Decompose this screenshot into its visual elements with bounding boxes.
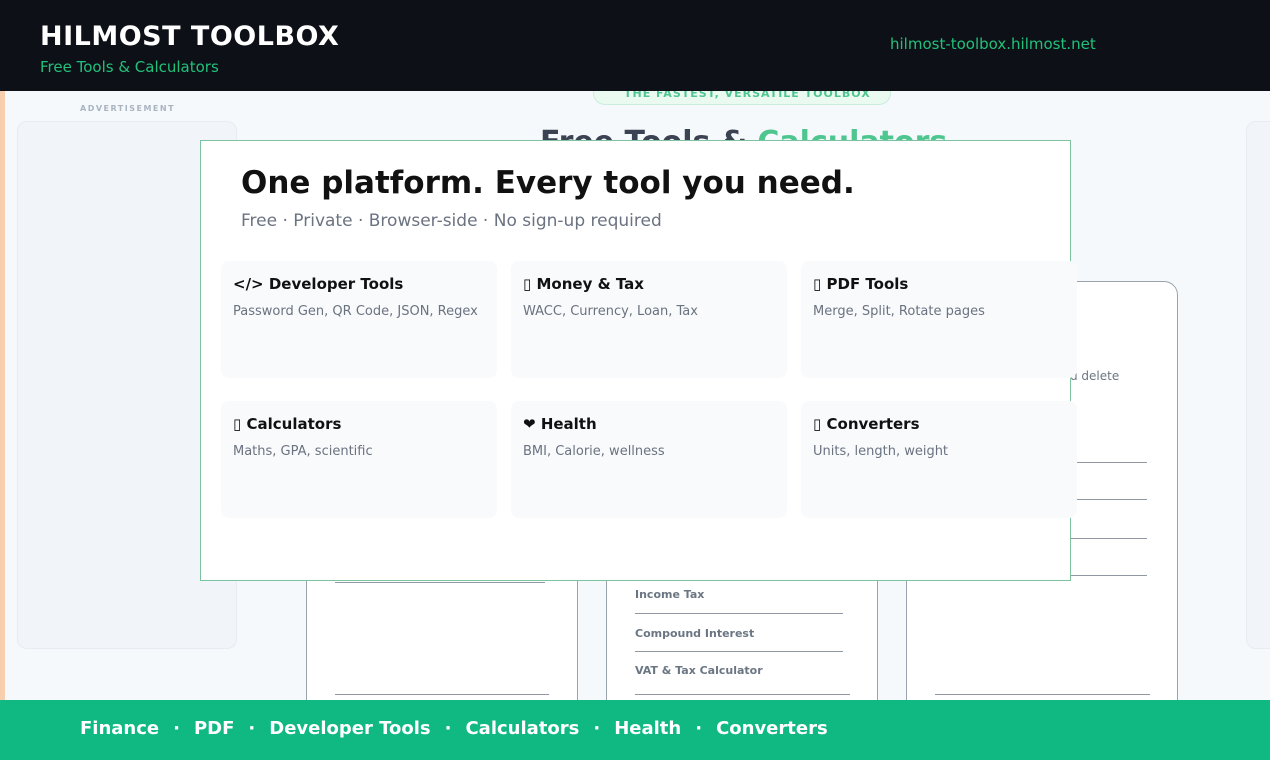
tool-card-title: ▯ PDF Tools [813,275,908,293]
modal-title: One platform. Every tool you need. [241,165,855,201]
tool-card-name: Converters [826,415,920,433]
left-accent-stripe [0,91,5,700]
advertisement-slot-right[interactable] [1246,121,1270,649]
tool-card-converters[interactable]: ▯ Converters Units, length, weight [801,401,1077,518]
calculator-icon: ▯ [233,415,242,433]
footer-link-calculators[interactable]: Calculators [465,718,579,739]
site-url-link[interactable]: hilmost-toolbox.hilmost.net [890,35,1096,53]
card-divider [635,694,850,695]
hero-badge: THE FASTEST, VERSATILE TOOLBOX [593,91,891,105]
tool-card-title: ▯ Money & Tax [523,275,644,293]
tool-card-title: </> Developer Tools [233,275,403,293]
card-divider [935,694,1150,695]
finance-link-income-tax[interactable]: Income Tax [635,588,704,601]
card-divider [1071,538,1147,539]
tool-card-desc: Password Gen, QR Code, JSON, Regex [233,304,478,319]
tools-overview-modal: One platform. Every tool you need. Free … [200,140,1077,581]
card-divider [335,582,545,583]
advertisement-label: ADVERTISEMENT [80,104,176,113]
tool-card-name: Money & Tax [536,275,644,293]
tool-card-desc: Maths, GPA, scientific [233,444,373,459]
footer-separator: · [248,718,256,739]
tool-card-pdf[interactable]: ▯ PDF Tools Merge, Split, Rotate pages [801,261,1077,378]
footer-nav: Finance · PDF · Developer Tools · Calcul… [80,718,828,739]
tool-card-name: Health [540,415,597,433]
finance-link-compound-interest[interactable]: Compound Interest [635,627,754,640]
site-header: HILMOST TOOLBOX Free Tools & Calculators… [0,0,1270,91]
footer-link-health[interactable]: Health [614,718,681,739]
footer-separator: · [444,718,452,739]
tool-card-developer[interactable]: </> Developer Tools Password Gen, QR Cod… [221,261,497,378]
card-divider [335,694,549,695]
tool-card-name: Calculators [246,415,342,433]
site-tagline: Free Tools & Calculators [40,58,219,76]
card-divider [635,613,843,614]
footer-link-developer-tools[interactable]: Developer Tools [269,718,430,739]
tool-card-money[interactable]: ▯ Money & Tax WACC, Currency, Loan, Tax [511,261,787,378]
footer-nav-bar: Finance · PDF · Developer Tools · Calcul… [0,700,1270,760]
card-divider [1071,462,1147,463]
tool-card-desc: Units, length, weight [813,444,949,459]
document-icon: ▯ [813,275,822,293]
tool-card-name: PDF Tools [826,275,909,293]
footer-separator: · [173,718,180,739]
footer-separator: · [593,718,601,739]
tool-card-title: ▯ Converters [813,415,920,433]
heart-icon: ❤ [523,415,536,433]
card-divider [1071,499,1147,500]
tool-card-title: ❤ Health [523,415,597,433]
site-title[interactable]: HILMOST TOOLBOX [40,21,339,52]
code-icon: </> [233,275,264,293]
tool-card-name: Developer Tools [268,275,404,293]
tool-card-desc: WACC, Currency, Loan, Tax [523,304,698,319]
tool-card-health[interactable]: ❤ Health BMI, Calorie, wellness [511,401,787,518]
footer-link-finance[interactable]: Finance [80,718,159,739]
tool-card-desc: Merge, Split, Rotate pages [813,304,985,319]
card-divider [635,651,843,652]
converter-icon: ▯ [813,415,822,433]
finance-link-vat[interactable]: VAT & Tax Calculator [635,664,763,677]
hero-badge-text: THE FASTEST, VERSATILE TOOLBOX [624,91,871,100]
partial-card-text: u delete [1070,369,1120,383]
modal-subtitle: Free · Private · Browser-side · No sign-… [241,211,662,231]
card-divider [1071,575,1147,576]
tool-card-desc: BMI, Calorie, wellness [523,444,665,459]
money-icon: ▯ [523,275,532,293]
tool-card-title: ▯ Calculators [233,415,341,433]
footer-link-converters[interactable]: Converters [716,718,828,739]
footer-separator: · [695,718,703,739]
footer-link-pdf[interactable]: PDF [194,718,234,739]
tool-card-calculators[interactable]: ▯ Calculators Maths, GPA, scientific [221,401,497,518]
